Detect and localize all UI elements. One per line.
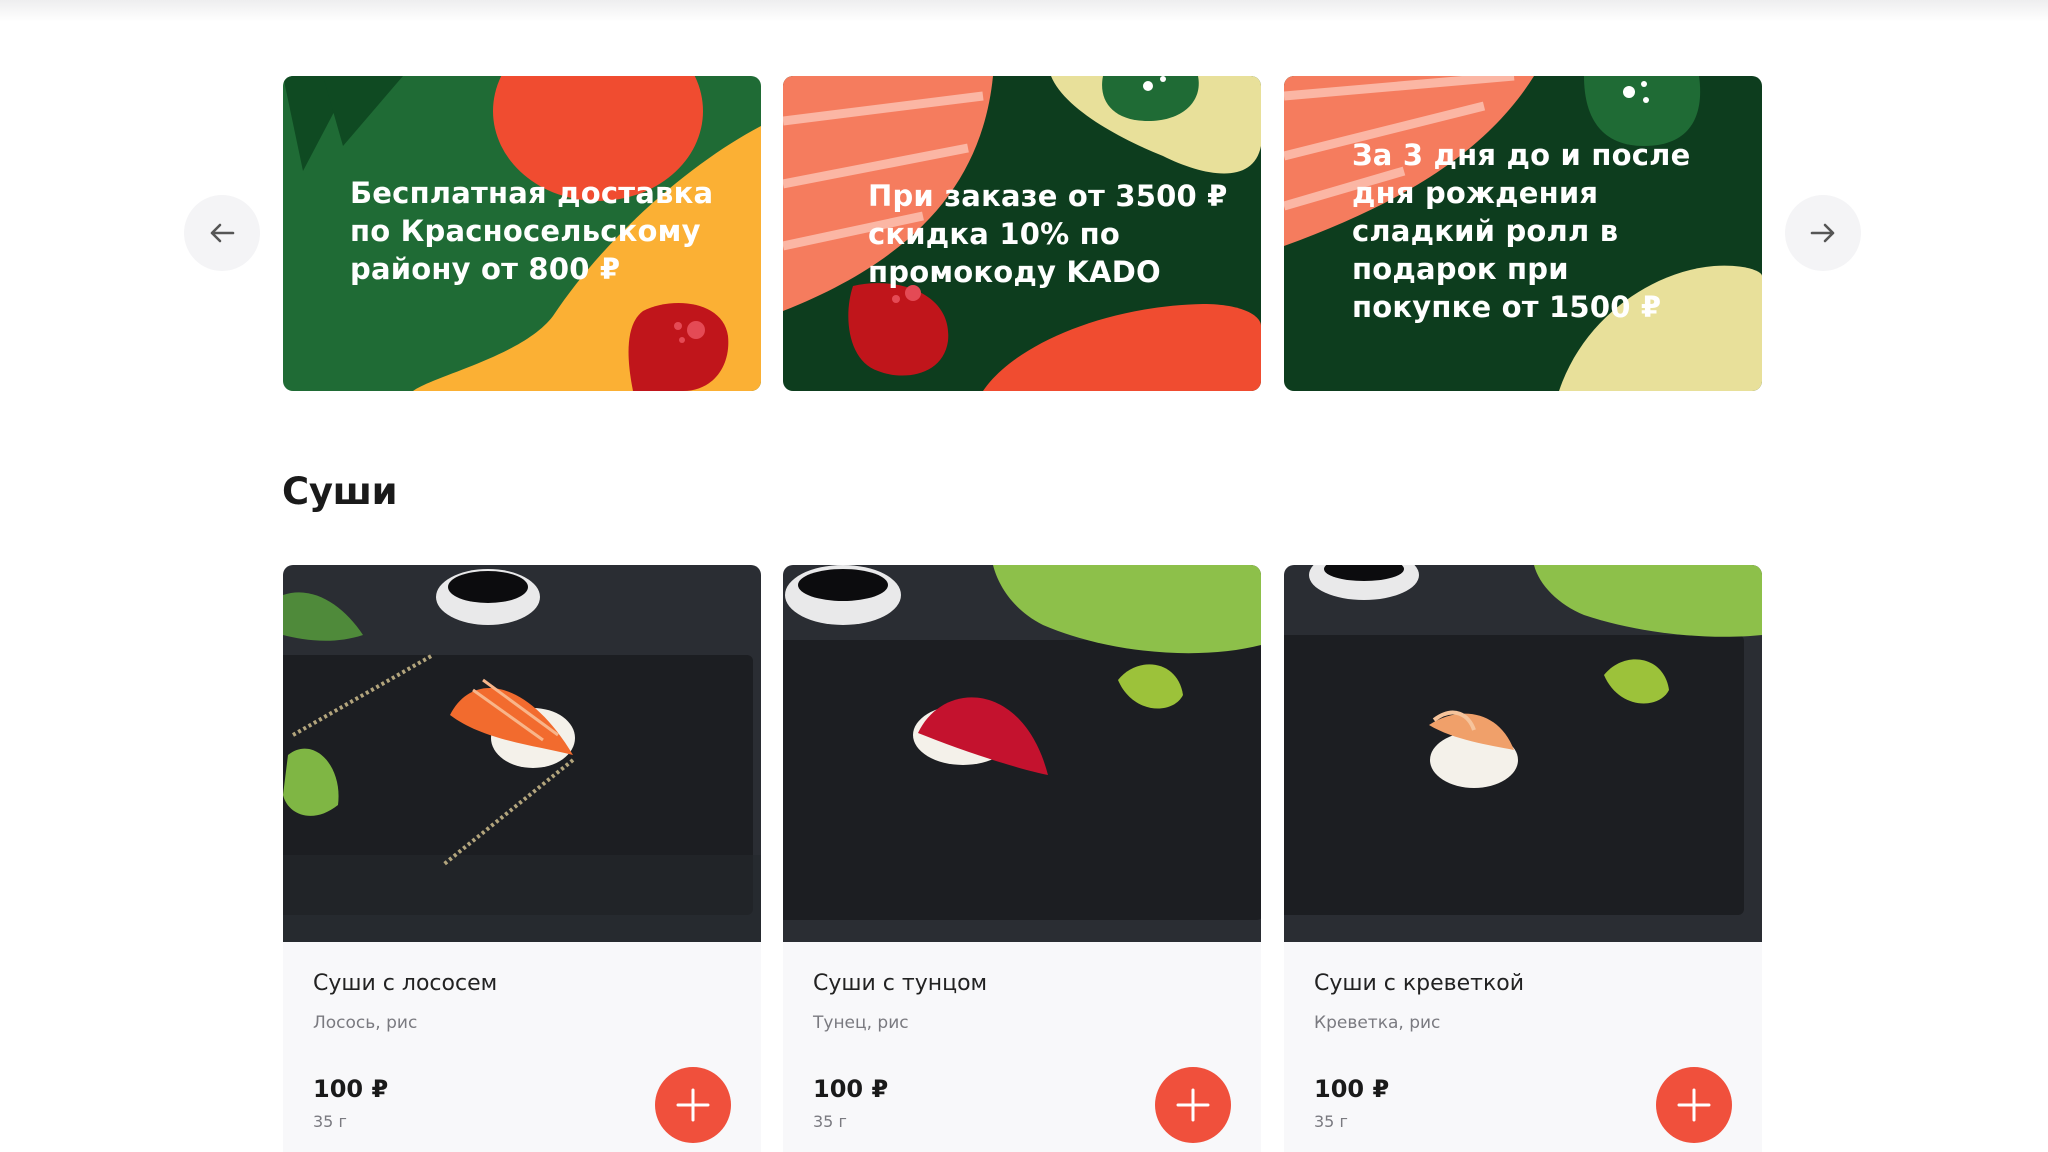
slider-prev-button[interactable] bbox=[184, 195, 260, 271]
product-description: Лосось, рис bbox=[313, 1013, 418, 1033]
product-price: 100 ₽ bbox=[813, 1075, 889, 1103]
product-name: Суши с креветкой bbox=[1314, 971, 1525, 996]
plus-icon bbox=[1677, 1088, 1711, 1122]
plus-icon bbox=[676, 1088, 710, 1122]
add-to-cart-button[interactable] bbox=[1656, 1067, 1732, 1143]
promo-slider: Бесплатная доставка по Красносельскому р… bbox=[0, 76, 2048, 391]
product-card[interactable]: Суши с тунцом Тунец, рис 100 ₽ 35 г bbox=[783, 565, 1261, 1152]
promo-banner-birthday[interactable]: За 3 дня до и после дня рождения сладкий… bbox=[1284, 76, 1762, 391]
slider-next-button[interactable] bbox=[1785, 195, 1861, 271]
add-to-cart-button[interactable] bbox=[655, 1067, 731, 1143]
banner-text: Бесплатная доставка по Красносельскому р… bbox=[350, 176, 714, 286]
arrow-left-icon bbox=[210, 223, 235, 243]
product-price: 100 ₽ bbox=[313, 1075, 389, 1103]
product-price: 100 ₽ bbox=[1314, 1075, 1390, 1103]
product-weight: 35 г bbox=[1314, 1112, 1348, 1131]
product-weight: 35 г bbox=[313, 1112, 347, 1131]
promo-banner-delivery[interactable]: Бесплатная доставка по Красносельскому р… bbox=[283, 76, 761, 391]
product-description: Тунец, рис bbox=[813, 1013, 909, 1033]
top-bar bbox=[0, 0, 2048, 22]
product-photo bbox=[283, 565, 761, 942]
product-card[interactable]: Суши с креветкой Креветка, рис 100 ₽ 35 … bbox=[1284, 565, 1762, 1152]
product-weight: 35 г bbox=[813, 1112, 847, 1131]
promo-banner-discount[interactable]: При заказе от 3500 ₽ скидка 10% по промо… bbox=[783, 76, 1261, 391]
product-description: Креветка, рис bbox=[1314, 1013, 1441, 1033]
product-name: Суши с лососем bbox=[313, 971, 498, 996]
product-card[interactable]: Суши с лососем Лосось, рис 100 ₽ 35 г bbox=[283, 565, 761, 1152]
product-photo bbox=[1284, 565, 1762, 942]
add-to-cart-button[interactable] bbox=[1155, 1067, 1231, 1143]
banner-text: При заказе от 3500 ₽ скидка 10% по промо… bbox=[868, 179, 1228, 289]
arrow-right-icon bbox=[1810, 223, 1835, 243]
plus-icon bbox=[1176, 1088, 1210, 1122]
product-name: Суши с тунцом bbox=[813, 971, 988, 996]
section-title: Суши bbox=[282, 470, 398, 513]
banner-text: За 3 дня до и после дня рождения сладкий… bbox=[1352, 138, 1691, 324]
product-photo bbox=[783, 565, 1261, 942]
